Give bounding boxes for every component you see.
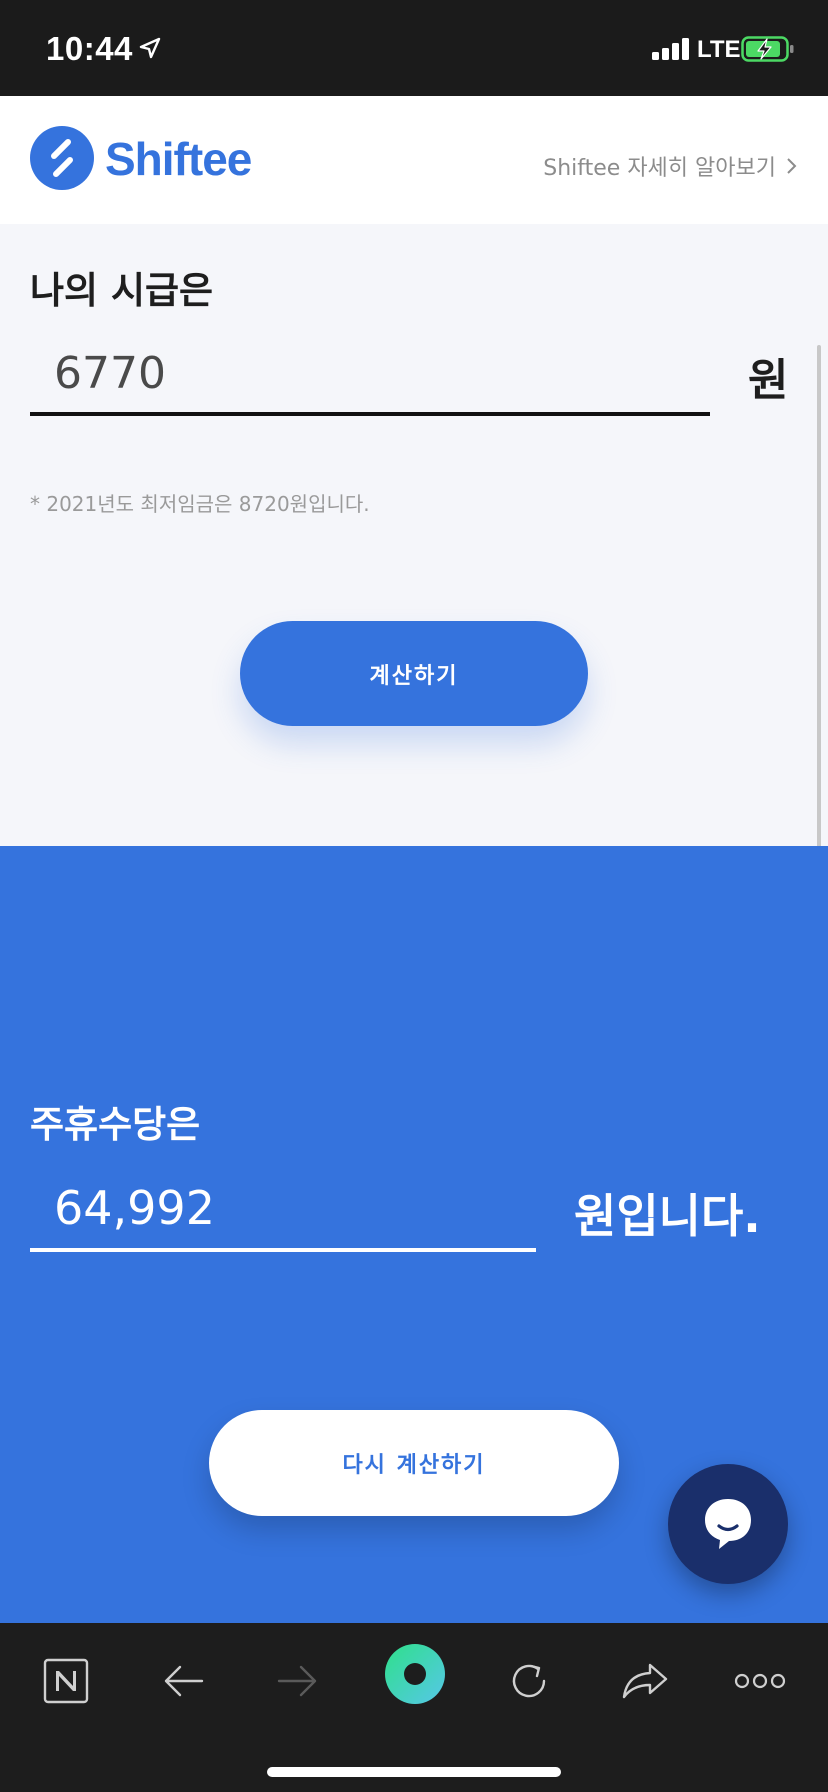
result-heading: 주휴수당은 [30,1103,201,1146]
wage-unit-label: 원 [748,355,789,406]
weekly-allowance-value: 64,992 [30,1168,536,1252]
chat-button[interactable] [668,1464,788,1584]
chevron-right-icon [787,158,797,174]
learn-more-label: Shiftee 자세히 알아보기 [543,156,776,181]
forward-arrow-icon [277,1665,317,1697]
result-section: 주휴수당은 64,992 원입니다. 다시 계산하기 [0,846,828,1623]
share-icon [622,1663,668,1699]
location-arrow-icon [139,37,161,59]
shiftee-logo-icon [30,126,94,190]
home-circle-icon [385,1644,445,1704]
naver-n-icon [43,1658,89,1704]
min-wage-note: * 2021년도 최저임금은 8720원입니다. [30,492,370,516]
recalculate-button[interactable]: 다시 계산하기 [209,1410,619,1516]
more-icon [734,1673,786,1689]
home-indicator [267,1767,561,1777]
share-button[interactable] [615,1651,675,1711]
status-time: 10:44 [46,30,133,67]
hourly-wage-input[interactable] [30,334,710,416]
result-suffix: 원입니다. [574,1189,761,1243]
chat-bubble-icon [705,1499,751,1549]
wage-heading: 나의 시급은 [30,269,214,312]
more-button[interactable] [730,1651,790,1711]
battery-charging-icon [741,36,794,62]
green-home-button[interactable] [384,1643,446,1705]
reload-icon [512,1664,546,1698]
signal-icon [652,38,690,60]
back-arrow-icon [164,1665,204,1697]
status-bar: 10:44 LTE [0,0,828,96]
back-button[interactable] [153,1651,213,1711]
network-label: LTE [697,36,741,63]
naver-home-button[interactable] [36,1651,96,1711]
forward-button[interactable] [268,1651,328,1711]
learn-more-link[interactable]: Shiftee 자세히 알아보기 [543,150,798,182]
scrollbar[interactable] [817,345,821,885]
app-header: Shiftee Shiftee 자세히 알아보기 [0,96,828,224]
reload-button[interactable] [499,1651,559,1711]
calculate-button[interactable]: 계산하기 [240,621,588,726]
brand-name: Shiftee [105,133,252,185]
wage-input-section: 나의 시급은 원 * 2021년도 최저임금은 8720원입니다. 계산하기 [0,224,828,846]
browser-toolbar [0,1623,828,1792]
